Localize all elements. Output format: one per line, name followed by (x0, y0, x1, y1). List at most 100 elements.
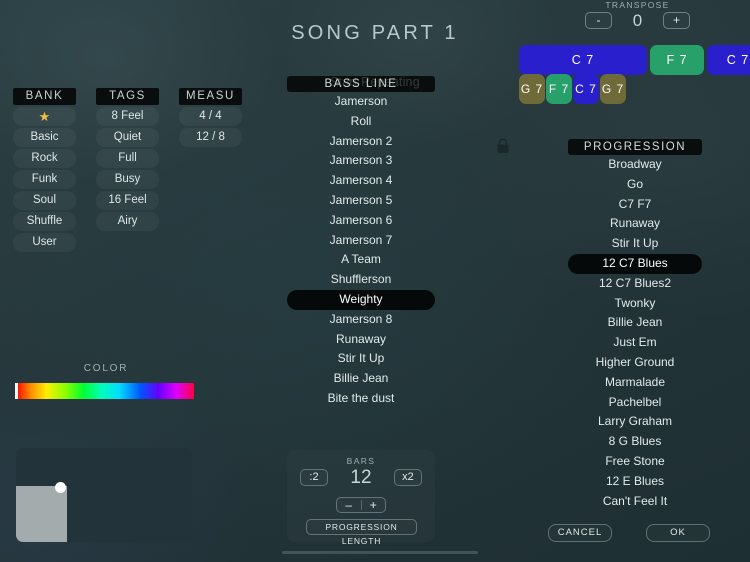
list-item[interactable]: 12 E Blues (568, 472, 702, 492)
filter-chip[interactable]: 12 / 8 (179, 128, 242, 147)
bars-decrement-button[interactable]: – (337, 498, 361, 512)
filter-chip[interactable]: Airy (96, 212, 159, 231)
list-item[interactable]: C7 F7 (568, 195, 702, 215)
favorites-chip[interactable]: ★ (13, 107, 76, 126)
song-part-editor-window: SONG PART 1 TRANSPOSE - 0 + C 7F 7C 7 G … (0, 0, 750, 562)
list-item[interactable]: Just Em (568, 333, 702, 353)
chord-row-secondary: G 7F 7C 7G 7 (519, 74, 750, 104)
list-item[interactable]: 8 G Blues (568, 432, 702, 452)
color-label: COLOR (83, 363, 129, 374)
chord-block[interactable]: F 7 (546, 74, 572, 104)
list-item[interactable]: Shufflerson (287, 270, 435, 290)
measure-header: MEASU (179, 88, 242, 105)
list-item[interactable]: Runaway (568, 214, 702, 234)
transpose-label: TRANSPOSE (605, 0, 670, 10)
list-item[interactable]: Marmalade (568, 373, 702, 393)
bars-double-button[interactable]: x2 (393, 469, 422, 486)
list-item[interactable]: 12 C7 Blues (568, 253, 702, 274)
bank-items: ★ Basic Rock Funk Soul Shuffle User (13, 107, 76, 252)
chord-block[interactable]: C 7 (707, 45, 750, 75)
list-item[interactable]: A Team (287, 250, 435, 270)
filter-chip[interactable]: Full (96, 149, 159, 168)
list-item[interactable]: Pachelbel (568, 393, 702, 413)
filter-chip[interactable]: 4 / 4 (179, 107, 242, 126)
ok-button[interactable]: OK (646, 524, 710, 542)
tags-items: 8 Feel Quiet Full Busy 16 Feel Airy (96, 107, 159, 231)
filter-chip[interactable]: Quiet (96, 128, 159, 147)
list-item[interactable]: Stir It Up (287, 349, 435, 369)
filter-chip[interactable]: Busy (96, 170, 159, 189)
bars-panel: BARS :2 12 x2 – + PROGRESSION LENGTH (287, 450, 435, 546)
bars-row: :2 12 x2 (287, 468, 435, 487)
list-item[interactable]: Roll (287, 112, 435, 132)
color-swatch (16, 486, 67, 542)
measure-items: 4 / 4 12 / 8 (179, 107, 242, 147)
bank-header: BANK (13, 88, 76, 105)
list-item[interactable]: Bite the dust (287, 389, 435, 409)
transpose-row: - 0 + (585, 12, 690, 29)
list-item[interactable]: Billie Jean (287, 369, 435, 389)
filter-chip[interactable]: Rock (13, 149, 76, 168)
chord-block[interactable]: C 7 (573, 74, 599, 104)
filter-chip[interactable]: Shuffle (13, 212, 76, 231)
list-item[interactable]: Go (568, 175, 702, 195)
cancel-button[interactable]: CANCEL (548, 524, 612, 542)
list-item[interactable]: Jamerson 5 (287, 191, 435, 211)
bars-label: BARS (346, 456, 376, 466)
list-item[interactable]: Billie Jean (568, 313, 702, 333)
chord-block[interactable]: F 7 (650, 45, 704, 75)
transpose-value: 0 (632, 11, 643, 30)
filter-chip[interactable]: 16 Feel (96, 191, 159, 210)
bars-stepper: – + (336, 497, 386, 513)
bars-increment-button[interactable]: + (362, 498, 386, 512)
list-item[interactable]: Jamerson 7 (287, 231, 435, 251)
chord-block[interactable]: G 7 (600, 74, 626, 104)
progression-items: Broadway Go C7 F7 Runaway Stir It Up 12 C7 Bl… (568, 155, 702, 511)
list-item[interactable]: Twonky (568, 294, 702, 314)
list-item[interactable]: Jamerson 8 (287, 310, 435, 330)
bank-column: BANK ★ Basic Rock Funk Soul Shuffle User (13, 88, 76, 252)
tags-column: TAGS 8 Feel Quiet Full Busy 16 Feel Airy (96, 88, 159, 231)
tags-header: TAGS (96, 88, 159, 105)
bars-halve-button[interactable]: :2 (300, 469, 328, 486)
list-item[interactable]: Jamerson 4 (287, 171, 435, 191)
bars-value: 12 (350, 467, 372, 488)
list-item[interactable]: Larry Graham (568, 412, 702, 432)
list-item[interactable]: Free Stone (568, 452, 702, 472)
hue-slider-handle[interactable] (15, 383, 18, 399)
list-item[interactable]: Jamerson 6 (287, 211, 435, 231)
bassline-items: Jamerson Roll Jamerson 2 Jamerson 3 Jamerson… (287, 92, 435, 409)
list-item[interactable]: Can't Feel It (568, 492, 702, 512)
horizontal-scrollbar[interactable] (282, 551, 478, 554)
list-item[interactable]: Jamerson 3 (287, 151, 435, 171)
hue-slider[interactable] (16, 383, 194, 399)
filter-chip[interactable]: User (13, 233, 76, 252)
list-item[interactable]: Stir It Up (568, 234, 702, 254)
progression-header: PROGRESSION (568, 139, 702, 155)
list-item[interactable]: Broadway (568, 155, 702, 175)
filter-chip[interactable]: Basic (13, 128, 76, 147)
color-picker-handle[interactable] (55, 482, 66, 493)
progression-list: PROGRESSION Broadway Go C7 F7 Runaway Stir I… (568, 139, 702, 511)
list-item[interactable]: 12 C7 Blues2 (568, 274, 702, 294)
transpose-control: TRANSPOSE - 0 + (585, 0, 690, 29)
progression-length-button[interactable]: PROGRESSION LENGTH (306, 519, 417, 546)
list-item[interactable]: Higher Ground (568, 353, 702, 373)
list-item[interactable]: Weighty (287, 289, 435, 310)
bassline-header: BASS LINE (287, 76, 435, 92)
lock-icon (496, 138, 510, 154)
list-item[interactable]: Jamerson (287, 92, 435, 112)
list-item[interactable]: Runaway (287, 330, 435, 350)
filter-chip[interactable]: 8 Feel (96, 107, 159, 126)
bassline-list: BASS LINE Jamerson Roll Jamerson 2 Jamerson… (287, 76, 435, 409)
measure-column: MEASU 4 / 4 12 / 8 (179, 88, 242, 147)
chord-block[interactable]: G 7 (519, 74, 545, 104)
filter-chip[interactable]: Funk (13, 170, 76, 189)
chord-row-primary: C 7F 7C 7 (519, 45, 750, 75)
transpose-decrement-button[interactable]: - (585, 12, 612, 29)
filter-chip[interactable]: Soul (13, 191, 76, 210)
chord-block[interactable]: C 7 (519, 45, 647, 75)
saturation-value-box[interactable] (16, 448, 192, 542)
list-item[interactable]: Jamerson 2 (287, 132, 435, 152)
transpose-increment-button[interactable]: + (663, 12, 690, 29)
